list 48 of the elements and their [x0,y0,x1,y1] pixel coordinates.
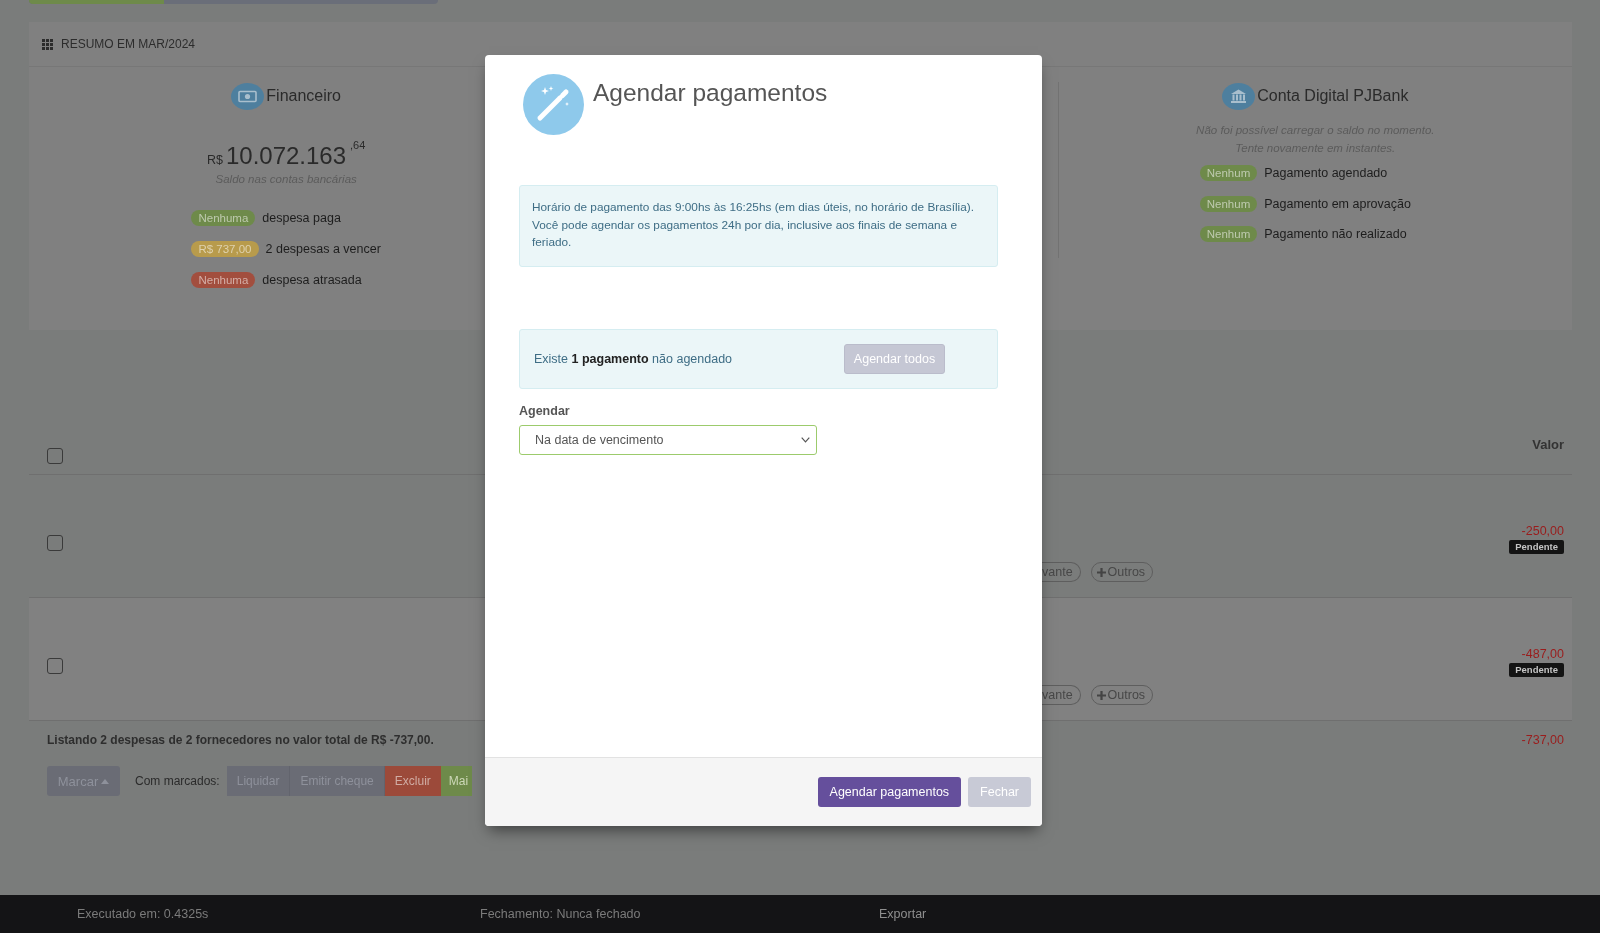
status-badge: Nenhum [1199,226,1258,242]
action-button[interactable]: Mai [440,766,473,796]
bulk-label: Com marcados: [135,774,220,788]
status-label: Pagamento em aprovação [1264,196,1411,211]
currency-label: R$ [206,153,223,167]
status-badge: R$ 737,00 [191,241,259,257]
bank-icon [1222,82,1256,110]
status-badge: Nenhuma [191,210,256,226]
action-button[interactable]: Excluir [384,766,441,796]
info-notice: Horário de pagamento das 9:00hs às 16:25hs (em dias úteis, no horário de Brasília). Você pode agendar os pagamentos 24h por dia, inclusive aos finais de semana e feriado. [519,185,998,267]
listing-summary: Listando 2 despesas de 2 fornecedores no valor total de R$ -737,00. [47,733,434,747]
banknote-icon [231,82,265,110]
status-label: despesa paga [262,211,341,225]
footer-text: Executado em: 0.4325s [77,907,209,921]
panel-title: RESUMO EM MAR/2024 [61,37,196,51]
field-label: Agendar [519,403,570,419]
status-label: 2 despesas a vencer [265,242,381,256]
status-badge: Nenhum [1199,165,1258,181]
amount-value: -487,00 [1521,647,1564,662]
balance-cents: ,64 [350,139,366,151]
status-label: Pagamento não realizado [1264,227,1407,241]
confirm-button[interactable]: Agendar pagamentos [817,777,962,807]
total-value: -737,00 [1521,733,1564,747]
status-tag: Pendente [1509,540,1564,554]
footer-text: Fechamento: Nunca fechado [480,907,641,921]
section-title: Financeiro [266,87,341,105]
grid-icon [42,38,53,50]
status-label: Pagamento agendado [1264,166,1388,180]
caret-up-icon [101,778,110,784]
modal-title: Agendar pagamentos [593,78,828,108]
magic-wand-icon [523,74,584,135]
column-header: Valor [1532,437,1564,452]
checkbox[interactable] [47,535,63,551]
pending-text: Existe 1 pagamento não agendado [534,352,734,366]
status-badge: Nenhum [1199,195,1258,212]
status-label: despesa atrasada [262,273,362,287]
section-title: Conta Digital PJBank [1257,87,1409,105]
plus-icon [1096,567,1106,577]
balance-amount: 10.072.163 [225,142,347,170]
amount-value: -250,00 [1521,524,1564,539]
chevron-down-icon [801,437,810,443]
status-tag: Pendente [1509,663,1564,677]
checkbox[interactable] [47,658,63,674]
checkbox[interactable] [47,448,63,464]
schedule-select[interactable]: Na data de vencimento [519,425,817,455]
export-link[interactable]: Exportar [879,907,927,921]
plus-icon [1096,690,1106,700]
status-badge: Nenhuma [191,272,256,288]
